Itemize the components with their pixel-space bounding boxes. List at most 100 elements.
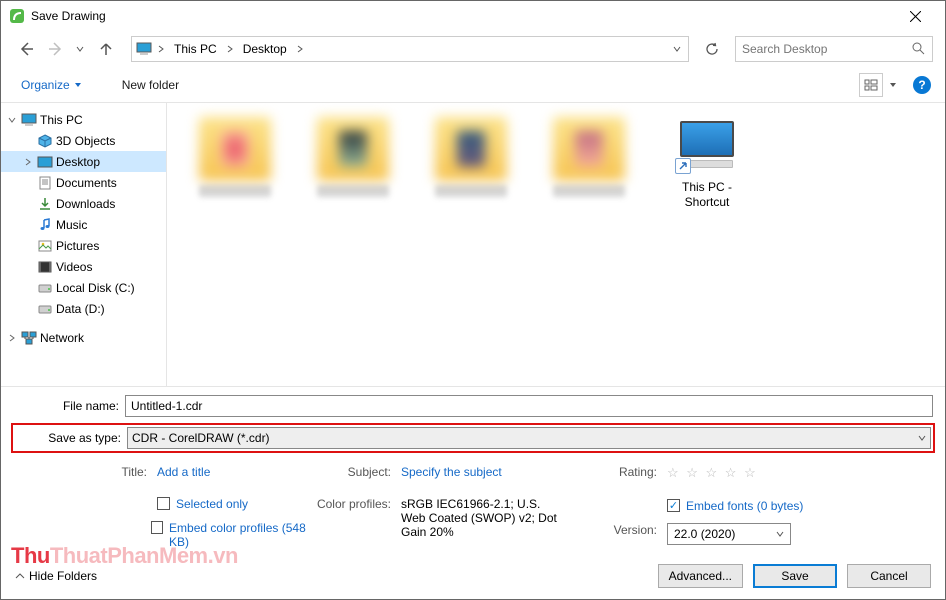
- version-value: 22.0 (2020): [674, 527, 735, 541]
- advanced-button[interactable]: Advanced...: [658, 564, 743, 588]
- close-button[interactable]: [893, 1, 937, 31]
- savetype-select[interactable]: CDR - CorelDRAW (*.cdr): [127, 427, 931, 449]
- up-button[interactable]: [93, 36, 119, 62]
- app-icon: [9, 8, 25, 24]
- folder-thumb[interactable]: [545, 117, 633, 372]
- pic-icon: [36, 238, 54, 254]
- color-profiles-label: Color profiles:: [313, 497, 395, 511]
- history-dropdown[interactable]: [73, 45, 87, 53]
- file-list[interactable]: This PC - Shortcut: [167, 103, 945, 386]
- desktop-icon: [36, 154, 54, 170]
- breadcrumb-desktop[interactable]: Desktop: [237, 37, 293, 61]
- breadcrumb-dropdown[interactable]: [668, 37, 686, 61]
- version-select[interactable]: 22.0 (2020): [667, 523, 791, 545]
- meta-title-input[interactable]: Add a title: [157, 465, 210, 479]
- savetype-value: CDR - CorelDRAW (*.cdr): [132, 431, 270, 445]
- tree-item-music[interactable]: Music: [1, 214, 166, 235]
- breadcrumb-bar[interactable]: This PC Desktop: [131, 36, 689, 62]
- tree-item-this-pc[interactable]: This PC: [1, 109, 166, 130]
- savetype-label: Save as type:: [15, 431, 127, 445]
- tree-label: Documents: [56, 176, 117, 190]
- organize-menu[interactable]: Organize: [15, 74, 88, 96]
- chevron-right-icon[interactable]: [293, 45, 307, 53]
- music-icon: [36, 217, 54, 233]
- tree-item-videos[interactable]: Videos: [1, 256, 166, 277]
- hide-folders-label: Hide Folders: [29, 569, 97, 583]
- color-profiles-value: sRGB IEC61966-2.1; U.S. Web Coated (SWOP…: [401, 497, 561, 539]
- view-mode-dropdown[interactable]: [885, 73, 901, 97]
- window-title: Save Drawing: [31, 9, 893, 23]
- hide-folders-button[interactable]: Hide Folders: [15, 569, 97, 583]
- metadata-area: Title: Add a title Selected only Embed c…: [13, 459, 933, 549]
- chevron-up-icon: [15, 572, 25, 580]
- organize-label: Organize: [21, 78, 70, 92]
- tree-label: This PC: [40, 113, 83, 127]
- tree-item-downloads[interactable]: Downloads: [1, 193, 166, 214]
- new-folder-button[interactable]: New folder: [116, 74, 185, 96]
- network-icon: [20, 330, 38, 346]
- video-icon: [36, 259, 54, 275]
- tree-item-desktop[interactable]: Desktop: [1, 151, 166, 172]
- tree-label: Music: [56, 218, 87, 232]
- disk-icon: [36, 280, 54, 296]
- help-button[interactable]: ?: [913, 76, 931, 94]
- monitor-icon: [680, 121, 734, 157]
- checkbox-selected-only[interactable]: [157, 497, 170, 510]
- rating-label: Rating:: [613, 465, 661, 479]
- view-mode-button[interactable]: [859, 73, 883, 97]
- save-button[interactable]: Save: [753, 564, 837, 588]
- filename-label: File name:: [13, 399, 125, 413]
- tree-item-pictures[interactable]: Pictures: [1, 235, 166, 256]
- tree-label: Downloads: [56, 197, 115, 211]
- folder-thumb[interactable]: [309, 117, 397, 372]
- search-box[interactable]: [735, 36, 933, 62]
- back-button[interactable]: [13, 36, 39, 62]
- tree-label: 3D Objects: [56, 134, 115, 148]
- tree-label: Network: [40, 331, 84, 345]
- tree-item-3d-objects[interactable]: 3D Objects: [1, 130, 166, 151]
- checkbox-embed-fonts[interactable]: ✓: [667, 499, 680, 512]
- shortcut-this-pc[interactable]: This PC - Shortcut: [663, 117, 751, 372]
- tree-label: Desktop: [56, 155, 100, 169]
- filename-row: File name:: [13, 395, 933, 417]
- toolbar: Organize New folder ?: [1, 67, 945, 103]
- main-area: This PC 3D Objects Desktop Documents Downloa…: [1, 103, 945, 386]
- shortcut-arrow-icon: [675, 158, 691, 174]
- bottom-panel: File name: Save as type: CDR - CorelDRAW…: [1, 386, 945, 549]
- doc-icon: [36, 175, 54, 191]
- chevron-right-icon[interactable]: [223, 45, 237, 53]
- search-input[interactable]: [742, 42, 912, 56]
- checkbox-embed-profiles[interactable]: [151, 521, 163, 534]
- refresh-button[interactable]: [699, 36, 725, 62]
- forward-button[interactable]: [43, 36, 69, 62]
- download-icon: [36, 196, 54, 212]
- meta-title-label: Title:: [93, 465, 151, 479]
- tree-network[interactable]: Network: [1, 327, 166, 348]
- search-icon: [912, 42, 926, 56]
- chevron-right-icon[interactable]: [154, 45, 168, 53]
- meta-subject-label: Subject:: [313, 465, 395, 479]
- rating-stars[interactable]: ☆ ☆ ☆ ☆ ☆: [667, 465, 758, 481]
- tree-label: Data (D:): [56, 302, 105, 316]
- title-bar: Save Drawing: [1, 1, 945, 31]
- cancel-button[interactable]: Cancel: [847, 564, 931, 588]
- tree-label: Videos: [56, 260, 92, 274]
- version-label: Version:: [613, 523, 661, 537]
- filename-input[interactable]: [125, 395, 933, 417]
- tree-item-data-d-[interactable]: Data (D:): [1, 298, 166, 319]
- nav-tree[interactable]: This PC 3D Objects Desktop Documents Downloa…: [1, 103, 167, 386]
- tree-item-local-disk-c-[interactable]: Local Disk (C:): [1, 277, 166, 298]
- tree-label: Pictures: [56, 239, 99, 253]
- disk-icon: [36, 301, 54, 317]
- embed-fonts-label[interactable]: Embed fonts (0 bytes): [686, 499, 803, 513]
- meta-subject-input[interactable]: Specify the subject: [401, 465, 502, 479]
- nav-row: This PC Desktop: [1, 31, 945, 67]
- watermark: ThuThuatPhanMem.vn: [11, 543, 238, 569]
- folder-thumb[interactable]: [427, 117, 515, 372]
- pc-icon: [134, 39, 154, 59]
- new-folder-label: New folder: [122, 78, 179, 92]
- selected-only-label[interactable]: Selected only: [176, 497, 248, 511]
- tree-item-documents[interactable]: Documents: [1, 172, 166, 193]
- breadcrumb-this-pc[interactable]: This PC: [168, 37, 223, 61]
- folder-thumb[interactable]: [191, 117, 279, 372]
